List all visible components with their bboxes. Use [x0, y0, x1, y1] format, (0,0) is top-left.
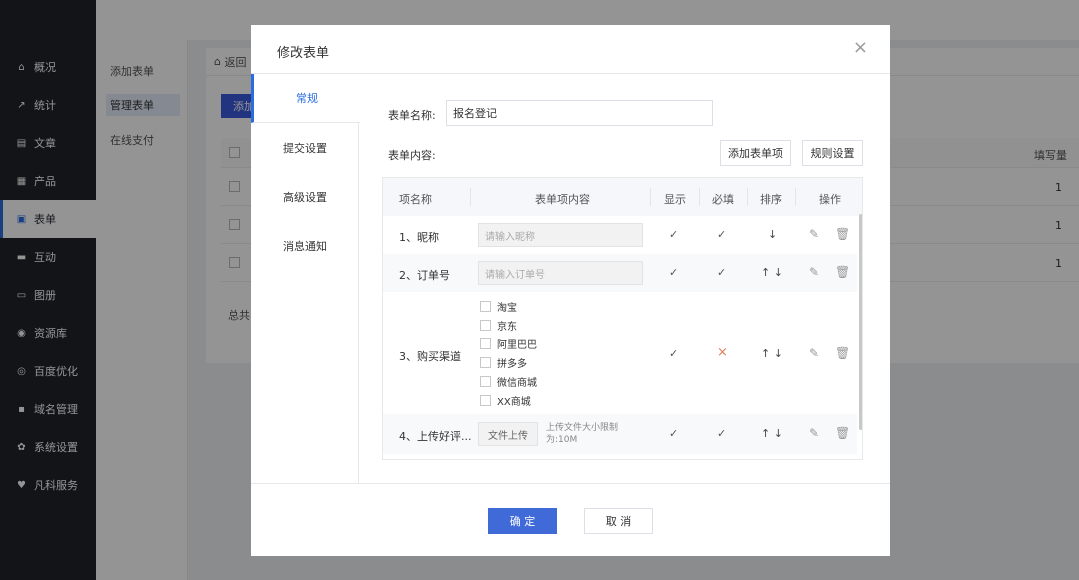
- sort-arrows[interactable]: ↑ ↓: [761, 266, 783, 279]
- required-check-icon[interactable]: ✓: [717, 266, 726, 279]
- tab-advanced-settings[interactable]: 高级设置: [251, 172, 359, 221]
- col-divider: [470, 188, 471, 206]
- option-checkbox: [480, 337, 491, 349]
- dialog-tabs: 常规 提交设置 高级设置 消息通知: [251, 74, 360, 484]
- upload-size-hint: 上传文件大小限制为:10M: [546, 423, 619, 445]
- edit-icon[interactable]: ✎: [809, 227, 819, 241]
- col-name: 项名称: [399, 193, 432, 206]
- option-label: XX商城: [497, 396, 531, 408]
- cancel-button[interactable]: 取 消: [584, 508, 653, 534]
- show-check-icon[interactable]: ✓: [669, 228, 678, 241]
- option-alibaba: 阿里巴巴: [480, 336, 537, 351]
- edit-icon[interactable]: ✎: [809, 426, 819, 440]
- table-row: 3、购买渠道 淘宝 京东 阿里巴巴 拼多多 微信商城 XX商城 ✓ × ↑ ↓ …: [383, 292, 857, 414]
- required-check-icon[interactable]: ✓: [717, 427, 726, 440]
- show-check-icon[interactable]: ✓: [669, 266, 678, 279]
- option-label: 阿里巴巴: [497, 339, 537, 351]
- option-checkbox: [480, 375, 491, 387]
- sort-arrows[interactable]: ↑ ↓: [761, 427, 783, 440]
- option-taobao: 淘宝: [480, 299, 517, 314]
- option-label: 微信商城: [497, 377, 537, 389]
- form-name-input[interactable]: 报名登记: [446, 100, 713, 126]
- col-show: 显示: [664, 193, 686, 206]
- table-scrollbar[interactable]: [859, 214, 862, 430]
- option-xx-mall: XX商城: [480, 393, 531, 408]
- show-check-icon[interactable]: ✓: [669, 427, 678, 440]
- option-label: 拼多多: [497, 358, 527, 370]
- item-name: 4、上传好评...: [399, 430, 472, 443]
- trash-icon[interactable]: 🗑: [835, 346, 850, 360]
- dialog-title: 修改表单: [277, 46, 330, 61]
- option-label: 淘宝: [497, 302, 517, 314]
- option-pdd: 拼多多: [480, 355, 527, 370]
- col-divider: [747, 188, 748, 206]
- form-name-label: 表单名称:: [388, 109, 436, 122]
- option-checkbox: [480, 356, 491, 368]
- option-checkbox: [480, 300, 491, 312]
- trash-icon[interactable]: 🗑: [835, 426, 850, 440]
- table-row: 1、昵称 请输入昵称 ✓ ✓ ↓ ✎ 🗑: [383, 216, 857, 254]
- col-divider: [699, 188, 700, 206]
- table-row: 2、订单号 请输入订单号 ✓ ✓ ↑ ↓ ✎ 🗑: [383, 254, 857, 292]
- table-header: 项名称 表单项内容 显示 必填 排序 操作: [383, 178, 862, 216]
- required-cross-icon[interactable]: ×: [717, 345, 728, 360]
- col-actions: 操作: [819, 193, 841, 206]
- trash-icon[interactable]: 🗑: [835, 227, 850, 241]
- trash-icon[interactable]: 🗑: [835, 265, 850, 279]
- divider: [251, 483, 890, 484]
- edit-icon[interactable]: ✎: [809, 346, 819, 360]
- tab-notifications[interactable]: 消息通知: [251, 221, 359, 270]
- edit-icon[interactable]: ✎: [809, 265, 819, 279]
- option-checkbox: [480, 394, 491, 406]
- form-content-label: 表单内容:: [388, 149, 436, 162]
- item-name: 2、订单号: [399, 269, 450, 282]
- tab-general[interactable]: 常规: [251, 74, 360, 123]
- sort-arrows[interactable]: ↑ ↓: [761, 347, 783, 360]
- col-content: 表单项内容: [535, 193, 590, 206]
- confirm-button[interactable]: 确 定: [488, 508, 557, 534]
- item-name: 1、昵称: [399, 231, 439, 244]
- option-checkbox: [480, 319, 491, 331]
- nickname-placeholder-field: 请输入昵称: [478, 223, 643, 247]
- tab-submit-settings[interactable]: 提交设置: [251, 123, 359, 172]
- option-wechat-mall: 微信商城: [480, 374, 537, 389]
- required-check-icon[interactable]: ✓: [717, 228, 726, 241]
- edit-form-dialog: 修改表单 × 常规 提交设置 高级设置 消息通知 表单名称: 报名登记 表单内容…: [251, 25, 890, 556]
- option-label: 京东: [497, 321, 517, 333]
- col-divider: [650, 188, 651, 206]
- col-sort: 排序: [760, 193, 782, 206]
- item-name: 3、购买渠道: [399, 350, 461, 363]
- upload-file-button: 文件上传: [478, 422, 538, 446]
- form-items-table: 项名称 表单项内容 显示 必填 排序 操作 1、昵称 请输入昵称 ✓ ✓ ↓ ✎…: [382, 177, 863, 460]
- close-icon[interactable]: ×: [853, 39, 868, 57]
- sort-arrows[interactable]: ↓: [768, 228, 777, 241]
- show-check-icon[interactable]: ✓: [669, 347, 678, 360]
- col-divider: [795, 188, 796, 206]
- option-jd: 京东: [480, 318, 517, 333]
- table-row: 4、上传好评... 文件上传 上传文件大小限制为:10M ✓ ✓ ↑ ↓ ✎ 🗑: [383, 414, 857, 454]
- col-required: 必填: [712, 193, 734, 206]
- order-number-placeholder-field: 请输入订单号: [478, 261, 643, 285]
- add-form-item-button[interactable]: 添加表单项: [720, 140, 791, 166]
- rule-settings-button[interactable]: 规则设置: [802, 140, 863, 166]
